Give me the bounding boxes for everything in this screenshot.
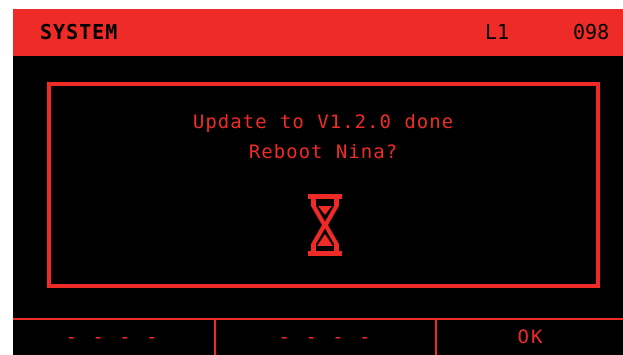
- page-title: SYSTEM: [40, 20, 119, 44]
- dialog-message-line1: Update to V1.2.0 done: [192, 111, 455, 133]
- header-bar: SYSTEM L1 098: [13, 9, 623, 56]
- level-indicator: L1: [485, 20, 510, 44]
- softkey-bar: - - - - - - - - OK: [13, 318, 623, 355]
- softkey-2-button[interactable]: - - - -: [214, 320, 435, 355]
- program-number: 098: [573, 20, 610, 44]
- ok-button[interactable]: OK: [435, 320, 623, 355]
- dialog-message-line2: Reboot Nina?: [248, 141, 399, 163]
- hourglass-icon: [308, 194, 342, 256]
- device-screen: SYSTEM L1 098 Update to V1.2.0 done Rebo…: [13, 9, 623, 355]
- softkey-1-button[interactable]: - - - -: [13, 320, 212, 355]
- update-dialog: Update to V1.2.0 done Reboot Nina?: [47, 82, 600, 288]
